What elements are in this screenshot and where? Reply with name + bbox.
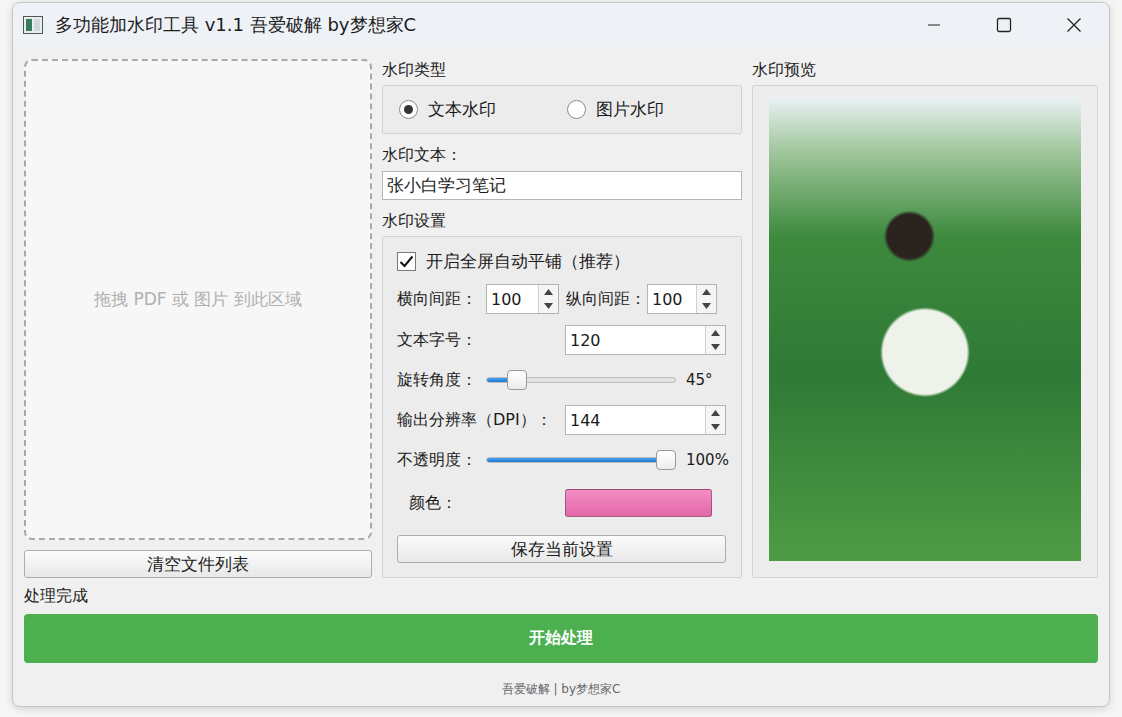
color-swatch[interactable] [565, 489, 712, 517]
radio-label: 文本水印 [428, 98, 496, 121]
radio-option[interactable]: 文本水印 [399, 98, 567, 121]
arrow-down-icon[interactable] [702, 303, 711, 309]
type-group: 文本水印 图片水印 [382, 85, 742, 134]
page: 多功能加水印工具 v1.1 吾爱破解 by梦想家C 拖拽 PDF 或 图片 到此区… [0, 0, 1122, 717]
arrow-up-icon[interactable] [544, 289, 553, 295]
preview-panel [752, 85, 1098, 578]
arrow-down-icon[interactable] [711, 424, 720, 430]
slider-track[interactable] [486, 457, 676, 463]
arrow-down-icon[interactable] [711, 344, 720, 350]
spin-label: 横向间距： [397, 289, 486, 310]
arrow-down-icon[interactable] [544, 303, 553, 309]
spacing-row: 横向间距：100纵向间距：100 [397, 283, 726, 315]
preview-image [769, 97, 1081, 561]
spin-row: 输出分辨率（DPI）：144 [397, 403, 726, 437]
watermark-text-input[interactable]: 张小白学习笔记 [382, 171, 742, 200]
minimize-button[interactable] [899, 3, 969, 46]
clear-button[interactable]: 清空文件列表 [24, 550, 372, 578]
radio-button[interactable] [399, 100, 418, 119]
slider[interactable] [486, 369, 676, 391]
arrow-up-icon[interactable] [711, 330, 720, 336]
slider-row: 不透明度： 100% [397, 445, 726, 475]
check-icon [399, 255, 414, 268]
checkbox[interactable] [397, 252, 416, 271]
spin-up[interactable] [697, 285, 716, 299]
drop-zone[interactable]: 拖拽 PDF 或 图片 到此区域 [24, 59, 372, 540]
file-column: 拖拽 PDF 或 图片 到此区域清空文件列表 [24, 59, 372, 578]
app-icon [23, 16, 43, 34]
spin-down[interactable] [706, 340, 725, 354]
content: 拖拽 PDF 或 图片 到此区域清空文件列表水印类型文本水印图片水印水印文本：张… [13, 46, 1109, 706]
spin-label: 文本字号： [397, 330, 565, 351]
slider-handle[interactable] [507, 370, 527, 390]
spin-box[interactable]: 144 [565, 405, 726, 435]
radio-label: 图片水印 [596, 98, 664, 121]
spin-label: 纵向间距： [559, 289, 647, 310]
section-label: 水印设置 [382, 210, 742, 232]
spin-value[interactable]: 144 [566, 406, 705, 434]
spin-down[interactable] [706, 420, 725, 434]
close-icon [1066, 17, 1082, 33]
spin-box[interactable]: 120 [565, 325, 726, 355]
main-grid: 拖拽 PDF 或 图片 到此区域清空文件列表水印类型文本水印图片水印水印文本：张… [24, 59, 1098, 578]
checkbox-row[interactable]: 开启全屏自动平铺（推荐） [397, 247, 726, 275]
arrow-up-icon[interactable] [711, 410, 720, 416]
status-text: 处理完成 [24, 587, 1098, 605]
spin-arrows[interactable] [538, 285, 558, 313]
color-row: 颜色： [397, 483, 726, 523]
slider-label: 旋转角度： [397, 370, 486, 391]
spin-value[interactable]: 100 [648, 285, 696, 313]
slider[interactable] [486, 449, 676, 471]
spin-down[interactable] [697, 299, 716, 313]
slider-label: 不透明度： [397, 450, 486, 471]
spin-arrows[interactable] [705, 406, 725, 434]
color-label: 颜色： [397, 493, 565, 514]
checkbox-label: 开启全屏自动平铺（推荐） [426, 250, 630, 273]
spin-up[interactable] [706, 326, 725, 340]
minimize-icon [926, 17, 942, 33]
spin-arrows[interactable] [696, 285, 716, 313]
section-label: 水印文本： [382, 144, 742, 166]
spin-box[interactable]: 100 [486, 284, 559, 314]
app-window: 多功能加水印工具 v1.1 吾爱破解 by梦想家C 拖拽 PDF 或 图片 到此区… [12, 2, 1110, 707]
slider-handle[interactable] [656, 450, 676, 470]
maximize-button[interactable] [969, 3, 1039, 46]
spin-down[interactable] [539, 299, 558, 313]
spin-arrows[interactable] [705, 326, 725, 354]
settings-column: 水印类型文本水印 图片水印水印文本： 张小白学习笔记水印设置开启全屏自动平铺（推荐）… [382, 59, 742, 578]
close-button[interactable] [1039, 3, 1109, 46]
section-label: 水印类型 [382, 59, 742, 81]
slider-reading: 100% [686, 451, 726, 469]
spin-box[interactable]: 100 [647, 284, 717, 314]
start-button[interactable]: 开始处理 [24, 614, 1098, 663]
slider-fill [487, 458, 665, 462]
arrow-up-icon[interactable] [702, 289, 711, 295]
footer: 吾爱破解 | by梦想家C [24, 681, 1098, 697]
maximize-icon [996, 17, 1012, 33]
save-button[interactable]: 保存当前设置 [397, 535, 726, 563]
spin-row: 文本字号：120 [397, 323, 726, 357]
section-label: 水印预览 [752, 59, 1098, 81]
settings-group: 开启全屏自动平铺（推荐）横向间距：100纵向间距：100文本字号：120旋转角度… [382, 236, 742, 578]
spin-value[interactable]: 120 [566, 326, 705, 354]
title-bar: 多功能加水印工具 v1.1 吾爱破解 by梦想家C [13, 3, 1109, 46]
slider-row: 旋转角度： 45° [397, 365, 726, 395]
spin-value[interactable]: 100 [487, 285, 538, 313]
spin-label: 输出分辨率（DPI）： [397, 410, 565, 431]
radio-button[interactable] [567, 100, 586, 119]
preview-column: 水印预览 [752, 59, 1098, 578]
window-title: 多功能加水印工具 v1.1 吾爱破解 by梦想家C [55, 13, 899, 37]
spin-up[interactable] [539, 285, 558, 299]
slider-reading: 45° [686, 371, 726, 389]
radio-option[interactable]: 图片水印 [567, 98, 664, 121]
radio-dot [404, 105, 413, 114]
spin-up[interactable] [706, 406, 725, 420]
